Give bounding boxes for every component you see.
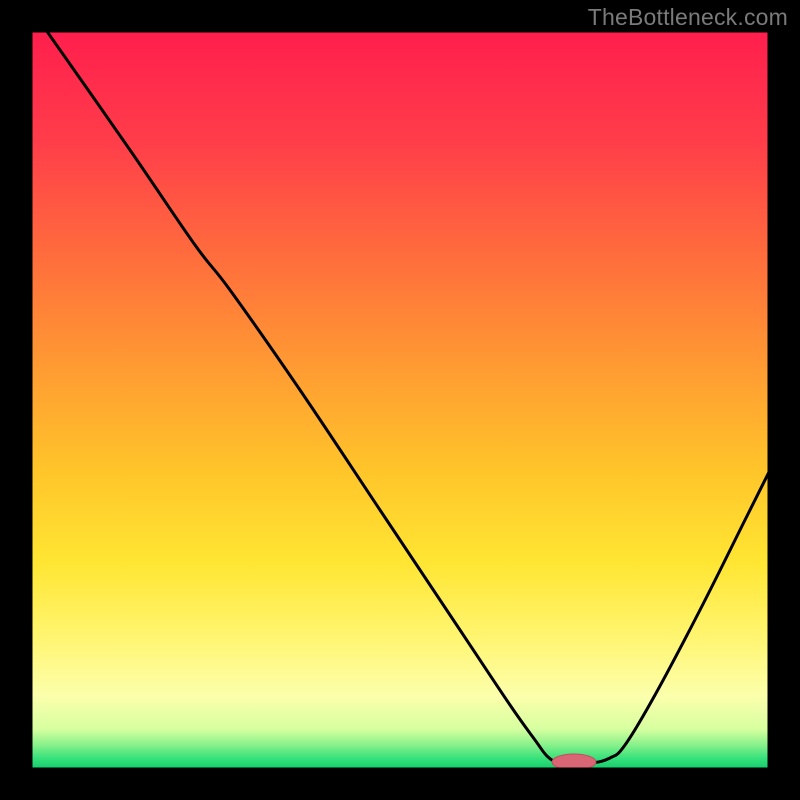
heat-background	[30, 30, 770, 770]
chart-svg	[0, 0, 800, 800]
chart-container: TheBottleneck.com	[0, 0, 800, 800]
